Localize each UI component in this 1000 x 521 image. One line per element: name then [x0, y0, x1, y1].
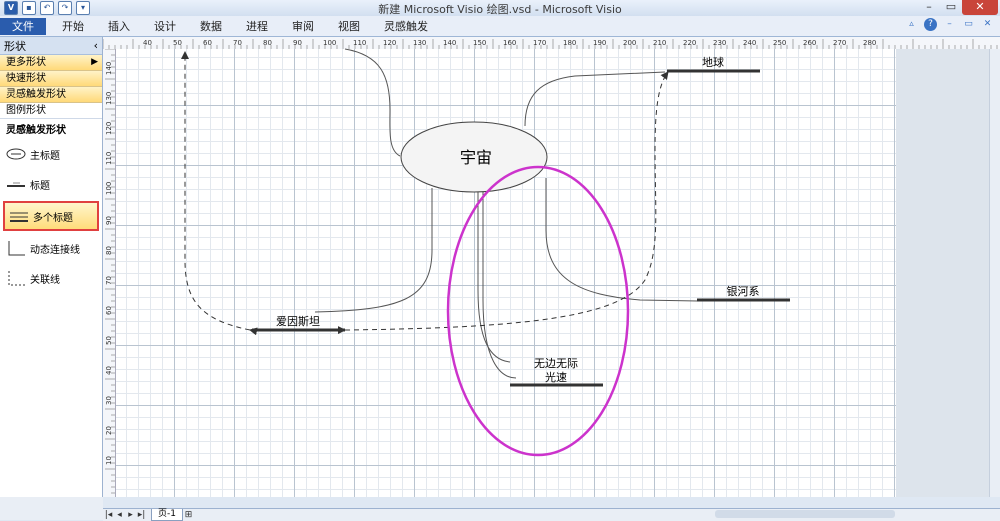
horizontal-scrollbar-thumb[interactable] — [715, 510, 895, 518]
topic-boundless: 无边无际 — [534, 357, 578, 370]
connector-line — [524, 71, 666, 127]
relation-line — [337, 71, 669, 335]
connector-line — [344, 48, 401, 157]
connector-line — [482, 190, 517, 379]
connector-line — [314, 188, 433, 313]
topic-earth: 地球 — [702, 55, 724, 69]
diagram: 宇宙 地球 银河系 爱因斯坦 无边无际 光速 — [181, 48, 790, 457]
insert-page-icon[interactable]: ⊞ — [183, 510, 194, 520]
main-topic-label: 宇宙 — [460, 148, 492, 167]
topic-light-speed: 光速 — [545, 370, 567, 384]
topic-einstein: 爱因斯坦 — [276, 314, 320, 328]
connector-line — [545, 178, 699, 302]
first-page-icon[interactable]: |◂ — [103, 510, 114, 520]
highlight-ellipse — [446, 165, 630, 457]
next-page-icon[interactable]: ▸ — [125, 510, 136, 520]
status-area — [0, 497, 103, 520]
relation-line — [181, 51, 258, 336]
topic-galaxy: 银河系 — [727, 284, 760, 298]
page-tab[interactable]: 页-1 — [151, 509, 183, 521]
last-page-icon[interactable]: ▸| — [136, 510, 147, 520]
prev-page-icon[interactable]: ◂ — [114, 510, 125, 520]
